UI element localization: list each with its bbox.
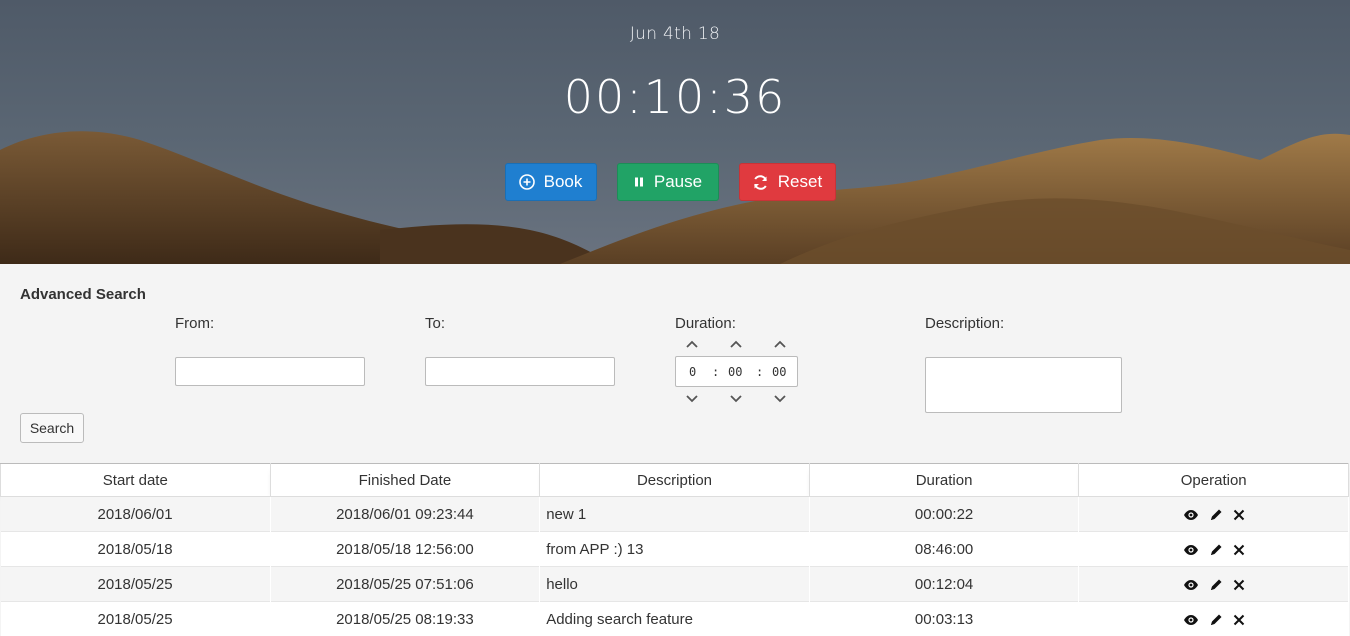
to-label: To: (425, 315, 445, 332)
refresh-icon (752, 174, 769, 191)
minutes-up-chevron-icon[interactable] (729, 340, 743, 350)
column-header-description: Description (540, 464, 810, 497)
seconds-up-chevron-icon[interactable] (773, 340, 787, 350)
hero-banner: Jun 4th 18 00:10:36 Book Pause Reset (0, 0, 1350, 264)
eye-icon[interactable] (1183, 614, 1199, 626)
finished-date-cell: 2018/06/01 09:23:44 (270, 497, 540, 532)
finished-date-cell: 2018/05/25 08:19:33 (270, 602, 540, 636)
finished-date-cell: 2018/05/18 12:56:00 (270, 532, 540, 567)
description-textarea[interactable] (925, 357, 1122, 413)
description-label: Description: (925, 315, 1004, 332)
current-date: Jun 4th 18 (0, 24, 1350, 44)
from-date-input[interactable] (175, 357, 365, 386)
to-date-input[interactable] (425, 357, 615, 386)
duration-label: Duration: (675, 315, 736, 332)
duration-separator: : (756, 365, 763, 379)
timer-controls: Book Pause Reset (0, 163, 1350, 201)
start-date-cell: 2018/05/25 (1, 567, 271, 602)
book-button-label: Book (544, 172, 583, 192)
pencil-icon[interactable] (1209, 508, 1223, 522)
duration-separator: : (712, 365, 719, 379)
eye-icon[interactable] (1183, 579, 1199, 591)
book-button[interactable]: Book (505, 163, 597, 201)
duration-cell: 00:03:13 (809, 602, 1079, 636)
pencil-icon[interactable] (1209, 578, 1223, 592)
operation-cell (1079, 602, 1349, 636)
advanced-search-panel: Advanced Search From: To: Duration: Desc… (0, 264, 1350, 463)
search-button[interactable]: Search (20, 413, 84, 443)
description-cell: hello (540, 567, 810, 602)
advanced-search-title: Advanced Search (20, 286, 146, 303)
reset-button[interactable]: Reset (739, 163, 836, 201)
column-header-start-date: Start date (1, 464, 271, 497)
duration-minutes[interactable]: 00 (728, 365, 742, 379)
table-row: 2018/05/25 2018/05/25 07:51:06 hello 00:… (1, 567, 1349, 602)
column-header-operation: Operation (1079, 464, 1349, 497)
duration-seconds[interactable]: 00 (772, 365, 786, 379)
eye-icon[interactable] (1183, 509, 1199, 521)
minutes-down-chevron-icon[interactable] (729, 393, 743, 403)
operation-cell (1079, 497, 1349, 532)
reset-button-label: Reset (778, 172, 822, 192)
duration-cell: 08:46:00 (809, 532, 1079, 567)
finished-date-cell: 2018/05/25 07:51:06 (270, 567, 540, 602)
operation-cell (1079, 532, 1349, 567)
seconds-down-chevron-icon[interactable] (773, 393, 787, 403)
hours-up-chevron-icon[interactable] (685, 340, 699, 350)
from-label: From: (175, 315, 214, 332)
pencil-icon[interactable] (1209, 613, 1223, 627)
description-cell: new 1 (540, 497, 810, 532)
column-header-finished-date: Finished Date (270, 464, 540, 497)
plus-circle-icon (519, 174, 535, 190)
close-icon[interactable] (1233, 579, 1245, 591)
table-header-row: Start date Finished Date Description Dur… (1, 464, 1349, 497)
operation-cell (1079, 567, 1349, 602)
table-row: 2018/05/18 2018/05/18 12:56:00 from APP … (1, 532, 1349, 567)
column-header-duration: Duration (809, 464, 1079, 497)
start-date-cell: 2018/05/25 (1, 602, 271, 636)
eye-icon[interactable] (1183, 544, 1199, 556)
description-cell: Adding search feature (540, 602, 810, 636)
table-row: 2018/05/25 2018/05/25 08:19:33 Adding se… (1, 602, 1349, 636)
start-date-cell: 2018/05/18 (1, 532, 271, 567)
pause-button[interactable]: Pause (617, 163, 719, 201)
hours-down-chevron-icon[interactable] (685, 393, 699, 403)
start-date-cell: 2018/06/01 (1, 497, 271, 532)
table-row: 2018/06/01 2018/06/01 09:23:44 new 1 00:… (1, 497, 1349, 532)
duration-hours[interactable]: 0 (689, 365, 696, 379)
description-cell: from APP :) 13 (540, 532, 810, 567)
pause-button-label: Pause (654, 172, 702, 192)
close-icon[interactable] (1233, 614, 1245, 626)
close-icon[interactable] (1233, 509, 1245, 521)
close-icon[interactable] (1233, 544, 1245, 556)
pause-icon (633, 176, 645, 188)
timer-display: 00:10:36 (0, 70, 1350, 124)
duration-cell: 00:00:22 (809, 497, 1079, 532)
pencil-icon[interactable] (1209, 543, 1223, 557)
duration-cell: 00:12:04 (809, 567, 1079, 602)
duration-picker[interactable]: 0 : 00 : 00 (675, 356, 798, 387)
results-table: Start date Finished Date Description Dur… (0, 463, 1350, 636)
